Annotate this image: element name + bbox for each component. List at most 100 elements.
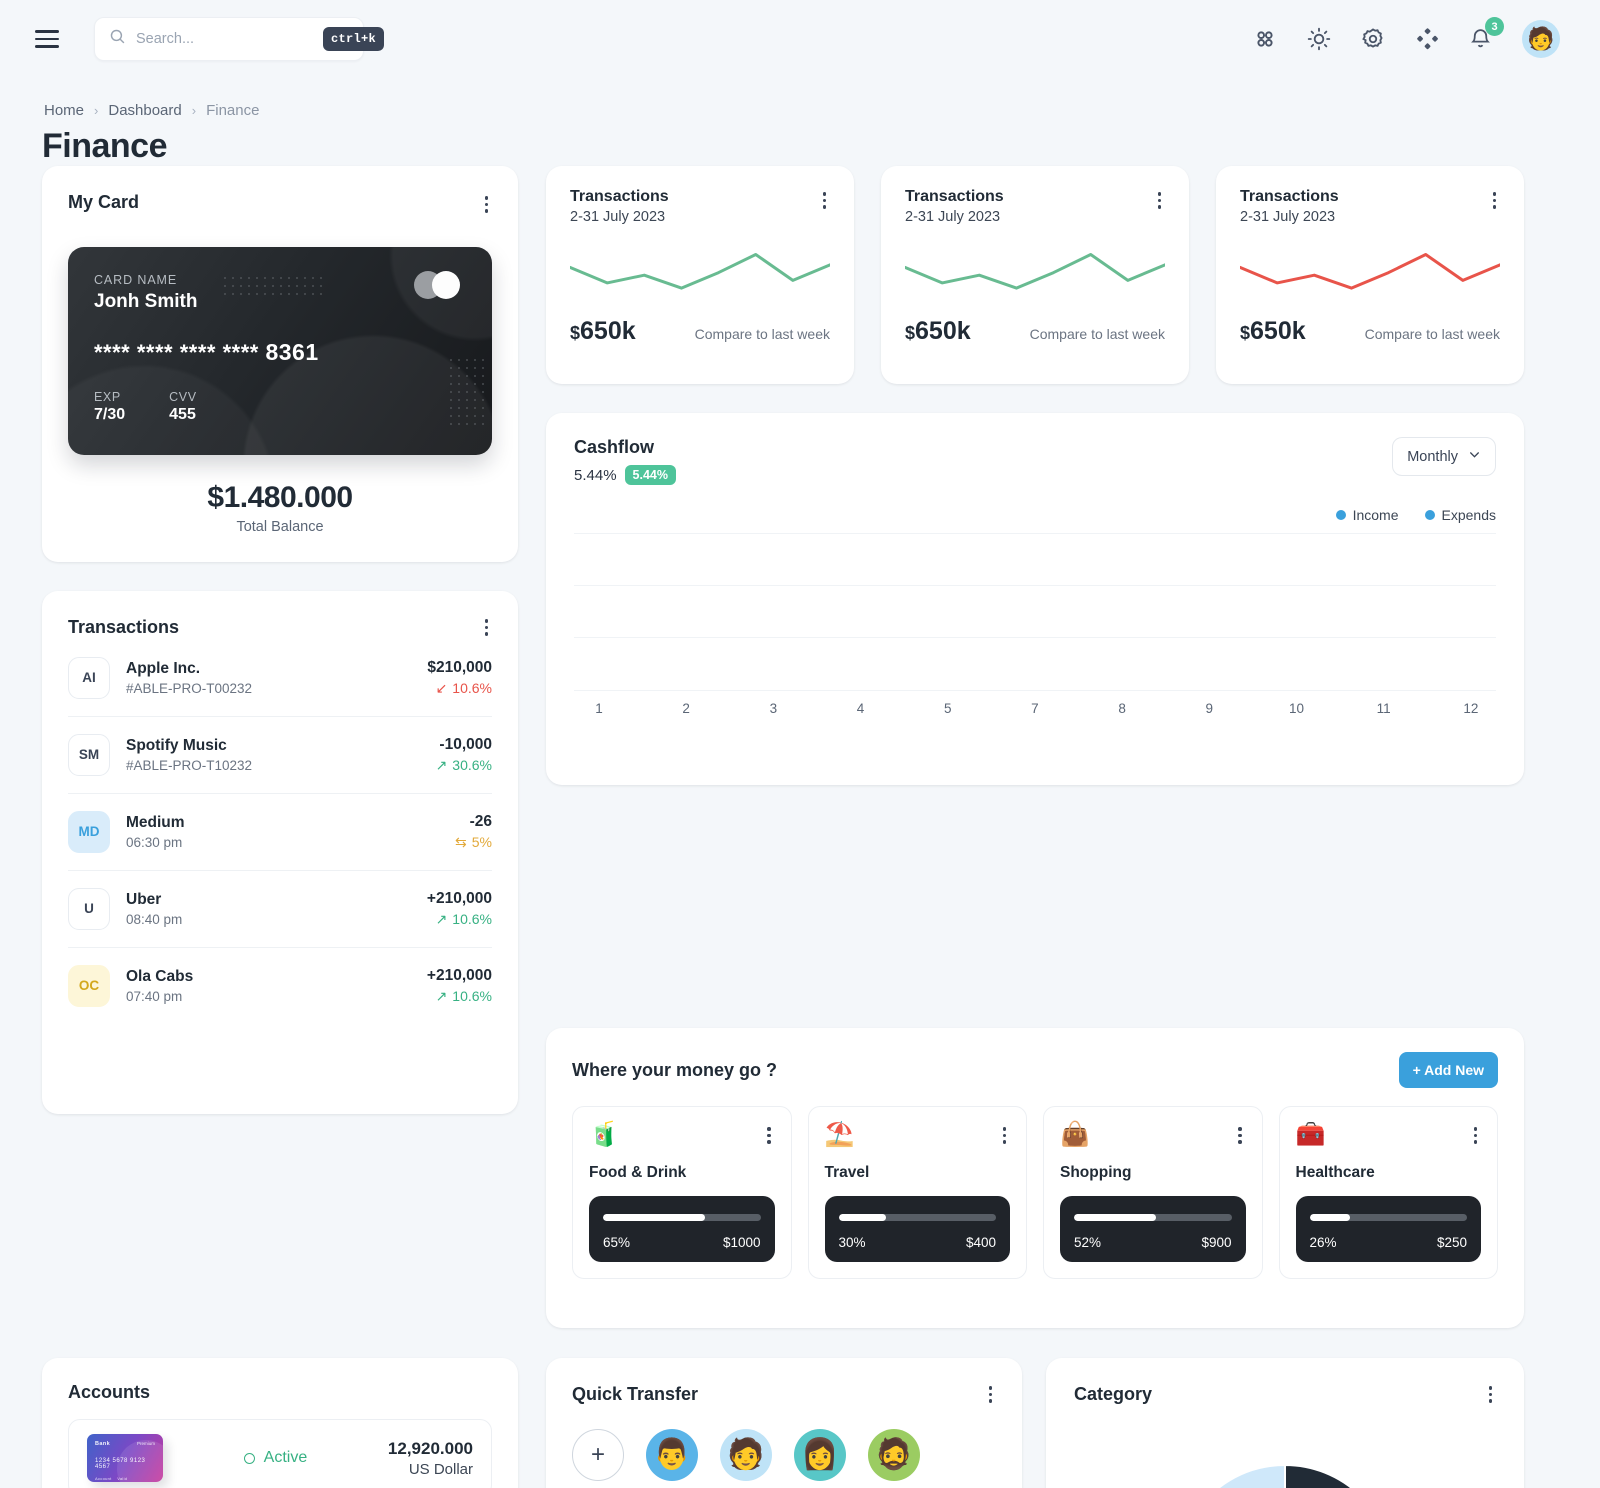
breadcrumb-dashboard[interactable]: Dashboard: [108, 102, 181, 119]
stat-header: Transactions 2-31 July 2023: [905, 188, 1165, 225]
shopping-bag-icon: 👜: [1060, 1121, 1090, 1148]
spend-category-card[interactable]: 🧰 Healthcare 26% $250: [1278, 1106, 1498, 1279]
spend-category-amount: $400: [965, 1234, 996, 1250]
category-title: Category: [1074, 1383, 1153, 1404]
transaction-amount: +210,000: [426, 966, 492, 984]
search-box[interactable]: ctrl+k: [94, 17, 385, 61]
transactions-more-icon[interactable]: [481, 615, 493, 640]
transaction-change: ↗ 10.6%: [427, 988, 492, 1005]
table-row[interactable]: OC Ola Cabs 07:40 pm +210,000 ↗ 10.6%: [68, 948, 492, 1024]
trend-arrow-icon: ⇆: [455, 833, 467, 850]
mini-card-brand: Premium: [136, 1441, 155, 1446]
cashflow-range-select[interactable]: Monthly: [1392, 437, 1496, 476]
table-row[interactable]: U Uber 08:40 pm +210,000 ↗ 10.6%: [68, 871, 492, 948]
donut-svg: [1216, 1463, 1354, 1488]
spend-category-card[interactable]: ⛱️ Travel 30% $400: [807, 1106, 1027, 1279]
my-card-header: My Card: [68, 192, 492, 217]
list-item[interactable]: Starbucks Cafe11th Sep 2020-$26: [572, 1481, 996, 1488]
stat-header: Transactions 2-31 July 2023: [570, 188, 830, 225]
cashflow-panel: Cashflow 5.44% 5.44% Monthly Income Expen…: [546, 413, 1524, 785]
transaction-change-value: 5%: [471, 834, 492, 850]
add-person-button[interactable]: +: [572, 1428, 624, 1481]
stat-more-icon[interactable]: [819, 188, 831, 213]
transaction-name: Ola Cabs: [126, 967, 194, 985]
x-tick-label: 3: [769, 701, 778, 716]
category-more-icon[interactable]: [1485, 1382, 1497, 1407]
trend-arrow-icon: ↗: [435, 987, 448, 1004]
donut-segment: [1216, 1463, 1286, 1488]
transaction-change: ↗ 30.6%: [436, 757, 492, 774]
transaction-change: ↙ 10.6%: [427, 680, 492, 697]
legend-label: Expends: [1441, 507, 1496, 523]
stat-value: $650k: [1240, 317, 1306, 346]
person-avatar[interactable]: 👨: [646, 1428, 698, 1481]
exp-label: EXP: [94, 389, 121, 404]
grid-dots-icon[interactable]: [1252, 26, 1278, 52]
finance-dashboard: ctrl+k: [0, 0, 1600, 1488]
spend-category-more-icon[interactable]: [999, 1123, 1011, 1148]
gear-icon[interactable]: [1360, 26, 1386, 52]
table-row[interactable]: MD Medium 06:30 pm -26 ⇆ 5%: [68, 794, 492, 871]
account-currency: US Dollar: [408, 1460, 473, 1478]
card-number: **** **** **** **** 8361: [94, 339, 466, 366]
accounts-title: Accounts: [68, 1382, 151, 1402]
table-row[interactable]: SM Spotify Music #ABLE-PRO-T10232 -10,000 ↗ 3…: [68, 717, 492, 794]
person-avatar[interactable]: 👩: [794, 1428, 846, 1481]
breadcrumb-separator: ›: [94, 103, 99, 118]
search-shortcut-badge: ctrl+k: [323, 27, 385, 51]
add-new-button[interactable]: + Add New: [1398, 1052, 1498, 1088]
spend-category-name: Travel: [824, 1163, 870, 1181]
transaction-values: -10,000 ↗ 30.6%: [436, 736, 492, 774]
breadcrumb-home[interactable]: Home: [44, 102, 84, 119]
transactions-stat-card: Transactions 2-31 July 2023 $650k Compar…: [1216, 166, 1524, 384]
category-header: Category: [1074, 1382, 1496, 1407]
card-number-last4: 8361: [265, 338, 319, 365]
table-row[interactable]: AI Apple Inc. #ABLE-PRO-T00232 $210,000 ↙ 10.…: [68, 640, 492, 717]
transaction-sub: 07:40 pm: [126, 988, 183, 1004]
accounts-rows: Bank Premium 1234 5678 9123 4567 Account Va…: [68, 1419, 492, 1488]
quick-transfer-more-icon[interactable]: [985, 1382, 997, 1407]
transaction-values: -26 ⇆ 5%: [455, 813, 492, 851]
transaction-values: +210,000 ↗ 10.6%: [427, 890, 492, 928]
stat-more-icon[interactable]: [1154, 188, 1166, 213]
transaction-info: Apple Inc. #ABLE-PRO-T00232: [126, 660, 427, 696]
person-avatar[interactable]: 🧑: [720, 1428, 772, 1481]
my-card-panel: My Card CARD NAME Jonh Smith **** **** *…: [42, 166, 518, 562]
spend-category-more-icon[interactable]: [1470, 1123, 1482, 1148]
transaction-name: Apple Inc.: [126, 659, 201, 677]
transaction-change-value: 30.6%: [452, 757, 492, 773]
spend-category-card[interactable]: 🧃 Food & Drink 65% $1000: [572, 1106, 792, 1279]
sun-icon[interactable]: [1306, 26, 1332, 52]
dashboard-grid: My Card CARD NAME Jonh Smith **** **** *…: [0, 166, 1600, 1488]
spend-category-foot: 52% $900: [1074, 1235, 1232, 1250]
spend-category-more-icon[interactable]: [763, 1123, 775, 1148]
avatar[interactable]: 🧑: [1522, 20, 1560, 58]
spend-category-card[interactable]: 👜 Shopping 52% $900: [1043, 1106, 1263, 1279]
transaction-avatar: AI: [68, 656, 110, 699]
person-avatar[interactable]: 🧔: [868, 1428, 920, 1481]
hamburger-menu-icon[interactable]: [32, 22, 66, 56]
my-card-more-icon[interactable]: [481, 192, 493, 217]
account-row[interactable]: Bank Premium 1234 5678 9123 4567 Account Va…: [68, 1419, 492, 1488]
quick-transfer-people: + 👨 🧑 👩 🧔: [572, 1428, 996, 1481]
spend-category-foot: 30% $400: [839, 1235, 997, 1250]
search-input[interactable]: [136, 31, 323, 47]
trend-arrow-icon: ↗: [435, 910, 448, 927]
transaction-amount: -26: [469, 812, 492, 830]
spend-category-more-icon[interactable]: [1234, 1123, 1246, 1148]
bell-icon[interactable]: 3: [1468, 17, 1504, 52]
spend-category-percent: 65%: [603, 1234, 631, 1250]
stat-more-icon[interactable]: [1489, 188, 1501, 213]
spend-category-amount: $1000: [722, 1234, 761, 1250]
stat-value: $650k: [570, 317, 636, 346]
total-balance-label: Total Balance: [236, 518, 324, 535]
sparkline-chart: [570, 239, 830, 301]
apps-diamond-icon[interactable]: [1414, 26, 1440, 52]
transaction-change-value: 10.6%: [452, 988, 492, 1004]
trend-arrow-icon: ↙: [435, 679, 448, 696]
card-exp-cvv-row: EXP 7/30 CVV 455: [94, 390, 466, 424]
transaction-info: Uber 08:40 pm: [126, 891, 427, 927]
first-aid-kit-icon: 🧰: [1295, 1121, 1326, 1148]
cashflow-title: Cashflow: [574, 437, 655, 457]
stat-footer: $650k Compare to last week: [905, 317, 1165, 346]
